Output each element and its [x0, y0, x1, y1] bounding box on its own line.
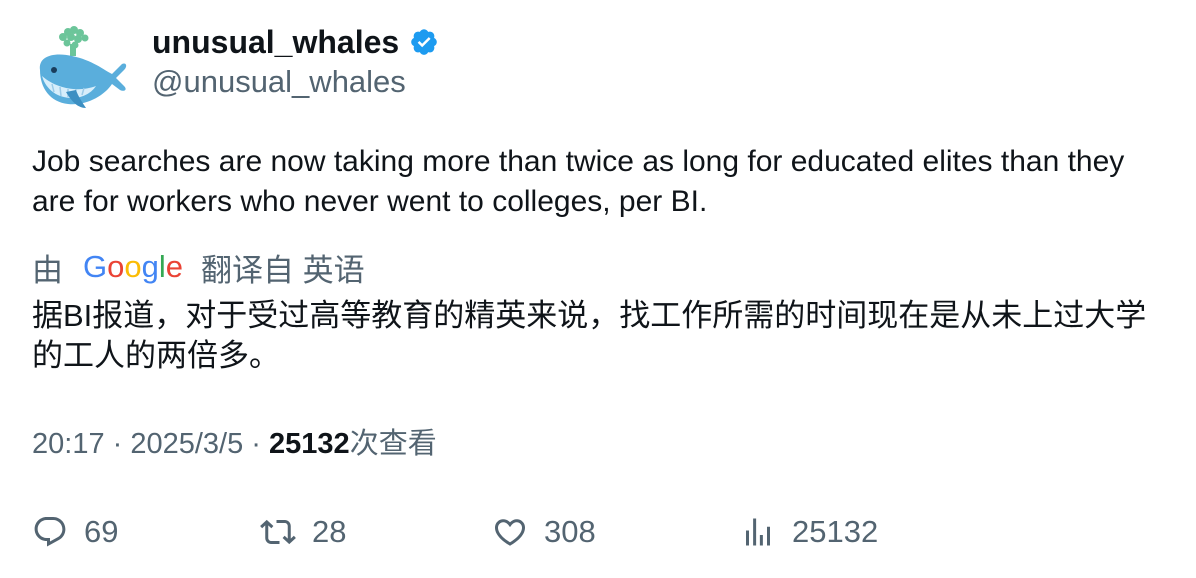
views-action-count: 25132: [792, 514, 879, 549]
heart-icon: [494, 519, 526, 546]
reply-icon: [34, 517, 66, 547]
verified-badge-icon[interactable]: [409, 27, 439, 57]
translation-attribution: 由 Google 翻译自 英语: [32, 246, 365, 288]
meta-separator: ·: [104, 428, 131, 460]
translation-suffix: 翻译自 英语: [201, 252, 365, 288]
like-button[interactable]: 308: [492, 508, 596, 556]
retweet-button[interactable]: 28: [260, 508, 346, 556]
analytics-icon: [746, 518, 770, 546]
views-button[interactable]: 25132: [740, 508, 878, 556]
reply-count: 69: [84, 514, 119, 549]
display-name-row: unusual_whales: [152, 22, 439, 62]
retweet-icon: [260, 519, 296, 545]
views-count: 25132: [269, 428, 350, 460]
display-name[interactable]: unusual_whales: [152, 22, 399, 62]
tweet-text: Job searches are now taking more than tw…: [32, 145, 1125, 218]
author-info: unusual_whales @unusual_whales: [152, 22, 439, 102]
tweet-time[interactable]: 20:17: [32, 428, 105, 460]
user-handle[interactable]: @unusual_whales: [152, 62, 439, 102]
tweet-card: unusual_whales @unusual_whales Job searc…: [0, 0, 1196, 578]
views-label: 次查看: [349, 428, 437, 460]
whale-icon: [39, 26, 127, 108]
reply-button[interactable]: 69: [32, 508, 118, 556]
tweet-meta: 20:17 · 2025/3/5 · 25132次查看: [32, 424, 437, 464]
svg-text:Google: Google: [83, 249, 183, 284]
google-logo-icon[interactable]: Google: [83, 247, 183, 287]
meta-separator: ·: [243, 428, 270, 460]
retweet-count: 28: [312, 514, 347, 549]
tweet-actions: 69 28 308 25132: [0, 508, 1196, 556]
avatar[interactable]: [32, 26, 128, 114]
tweet-date[interactable]: 2025/3/5: [130, 428, 243, 460]
translated-text: 据BI报道，对于受过高等教育的精英来说，找工作所需的时间现在是从未上过大学的工人…: [32, 298, 1147, 373]
like-count: 308: [544, 514, 596, 549]
translation-prefix: 由: [32, 252, 63, 288]
